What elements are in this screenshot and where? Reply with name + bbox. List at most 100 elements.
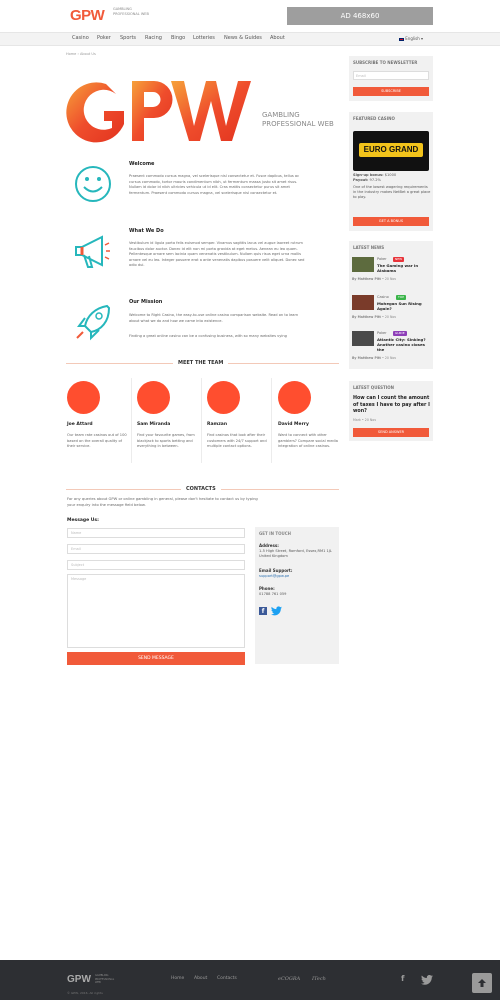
latest-question-title: LATEST QUESTION: [353, 385, 395, 390]
member-name: Sam Miranda: [137, 422, 171, 427]
footer-copyright: © GPW, 2016. All rights: [67, 991, 103, 995]
news-badge: NEW: [393, 257, 405, 262]
featured-casino-title: FEATURED CASINO: [353, 116, 395, 121]
news-author: By Matthew Pitt: [352, 315, 381, 319]
feature-text-what-we-do: Vestibulum id ligula porta felis euismod…: [129, 241, 305, 267]
feature-text-our-mission-2: Finding a great online casino can be a c…: [129, 334, 287, 338]
news-date: 20 Nov: [384, 315, 397, 319]
footer-link-about[interactable]: About: [194, 976, 207, 981]
member-name: Ramzan: [207, 422, 228, 427]
news-category: Poker: [377, 257, 387, 261]
payout-line: Payout: 97.2%: [353, 178, 431, 183]
get-bonus-button[interactable]: GET A BONUS: [353, 217, 429, 226]
nav-item-about[interactable]: About: [270, 35, 285, 41]
latest-news-title: LATEST NEWS: [353, 245, 385, 250]
casino-description: One of the lowest wagering requirements …: [353, 185, 431, 199]
divider: [131, 378, 132, 463]
facebook-icon[interactable]: f: [401, 974, 404, 983]
facebook-icon[interactable]: f: [259, 607, 267, 615]
chevron-down-icon: ▾: [421, 36, 424, 41]
avatar: [67, 381, 100, 414]
nav-item-racing[interactable]: Racing: [145, 35, 162, 41]
partner-logo-ecogra[interactable]: eCOGRA: [278, 976, 300, 982]
footer-link-contacts[interactable]: Contacts: [217, 976, 237, 981]
footer-link-home[interactable]: Home: [171, 976, 184, 981]
footer-logo[interactable]: GPW: [67, 974, 91, 985]
get-in-touch-panel: GET IN TOUCH Address: 1-5 High Street, R…: [255, 527, 339, 664]
news-author: By Matthew Pitt: [352, 356, 381, 360]
phone-label: Phone:: [259, 586, 275, 591]
news-item[interactable]: Poker GUIDE Atlantic City: Sinking? Anot…: [352, 331, 432, 361]
scroll-to-top-button[interactable]: [472, 973, 492, 993]
nav-item-casino[interactable]: Casino: [72, 35, 89, 41]
twitter-icon[interactable]: [271, 606, 282, 616]
nav-item-news-guides[interactable]: News & Guides: [224, 35, 262, 41]
news-date: 20 Nov: [384, 356, 397, 360]
featured-casino-widget: FEATURED CASINO EURO GRAND Sign-up bonus…: [349, 112, 433, 231]
main-nav: Casino Poker Sports Racing Bingo Lotteri…: [0, 32, 500, 46]
address-value: 1-5 High Street, Romford, Essex,RM1 1JL …: [259, 549, 332, 558]
newsletter-email-input[interactable]: Email: [353, 71, 429, 80]
send-answer-button[interactable]: SEND ANSWER: [353, 428, 429, 437]
subject-field[interactable]: Subject: [67, 560, 245, 570]
member-name: David Merry: [278, 422, 309, 427]
feature-text-welcome: Praesent commodo cursus magna, vel scele…: [129, 174, 300, 195]
language-label: English: [405, 36, 420, 41]
nav-item-bingo[interactable]: Bingo: [171, 35, 185, 41]
member-desc: Find your favourite games, from blackjac…: [137, 433, 195, 448]
section-title-contacts: CONTACTS: [181, 486, 221, 492]
news-item[interactable]: Casino TOP Mohegan Sun Rising Again? By …: [352, 295, 432, 325]
news-thumbnail: [352, 331, 374, 346]
language-selector[interactable]: English ▾: [399, 36, 423, 41]
casino-logo-text: EURO GRAND: [359, 143, 423, 157]
get-in-touch-title: GET IN TOUCH: [259, 531, 292, 536]
subscribe-button[interactable]: SUBSCRIBE: [353, 87, 429, 96]
question-date: 20 Nov: [364, 418, 377, 422]
question-text[interactable]: How can I count the amount of taxes I ha…: [353, 396, 431, 416]
message-field[interactable]: Message: [67, 574, 245, 648]
nav-item-sports[interactable]: Sports: [120, 35, 136, 41]
megaphone-icon: [75, 235, 110, 268]
header: GPW GAMBLING PROFESSIONAL WEB AD 468x60: [0, 0, 500, 32]
feature-text-our-mission: Welcome to Right Casino, the easy-to-use…: [129, 313, 299, 323]
name-field[interactable]: Name: [67, 528, 245, 538]
contacts-intro: For any queries about GPW or online gamb…: [67, 497, 258, 507]
avatar: [278, 381, 311, 414]
site-logo[interactable]: GPW: [70, 7, 105, 24]
email-support-link[interactable]: support@gpw.pe: [259, 574, 337, 579]
twitter-icon[interactable]: [421, 975, 433, 985]
news-thumbnail: [352, 257, 374, 272]
nav-item-lotteries[interactable]: Lotteries: [193, 35, 215, 41]
avatar: [137, 381, 170, 414]
ad-banner[interactable]: AD 468x60: [287, 7, 433, 25]
avatar: [207, 381, 240, 414]
email-field[interactable]: Email: [67, 544, 245, 554]
member-desc: Our team rate casinos out of 100 based o…: [67, 433, 127, 448]
bonus-label: Sign-up bonus:: [353, 173, 384, 177]
casino-logo[interactable]: EURO GRAND: [353, 131, 429, 171]
newsletter-title: SUBSCRIBE TO NEWSLETTER: [353, 60, 418, 65]
arrow-up-icon: [478, 979, 486, 987]
send-message-button[interactable]: SEND MESSAGE: [67, 652, 245, 665]
smiley-icon: [75, 166, 111, 202]
news-badge: TOP: [396, 295, 407, 300]
news-title: Atlantic City: Sinking? Another casino c…: [377, 337, 426, 352]
news-title: The Gaming war in Alabama: [377, 263, 419, 273]
footer: GPW GAMBLING PROFESSIONAL WEB © GPW, 201…: [0, 960, 500, 1000]
email-support-label: Email Support:: [259, 568, 293, 573]
news-category: Casino: [377, 295, 389, 299]
news-author: By Matthew Pitt: [352, 277, 381, 281]
feature-title-what-we-do: What We Do: [129, 228, 164, 234]
question-author: Mark: [353, 418, 361, 422]
nav-item-poker[interactable]: Poker: [97, 35, 111, 41]
news-title: Mohegan Sun Rising Again?: [377, 301, 422, 311]
news-category: Poker: [377, 331, 387, 335]
message-label: Message Us:: [67, 518, 99, 523]
hero-logo: [66, 81, 251, 143]
section-title-team: MEET THE TEAM: [173, 360, 229, 366]
newsletter-widget: SUBSCRIBE TO NEWSLETTER Email SUBSCRIBE: [349, 56, 433, 101]
hero-subtitle: GAMBLING PROFESSIONAL WEB: [262, 111, 334, 128]
latest-news-widget: LATEST NEWS Poker NEW The Gaming war in …: [349, 241, 433, 369]
news-item[interactable]: Poker NEW The Gaming war in Alabama By M…: [352, 257, 432, 287]
partner-logo-itech[interactable]: ITech: [312, 976, 326, 982]
